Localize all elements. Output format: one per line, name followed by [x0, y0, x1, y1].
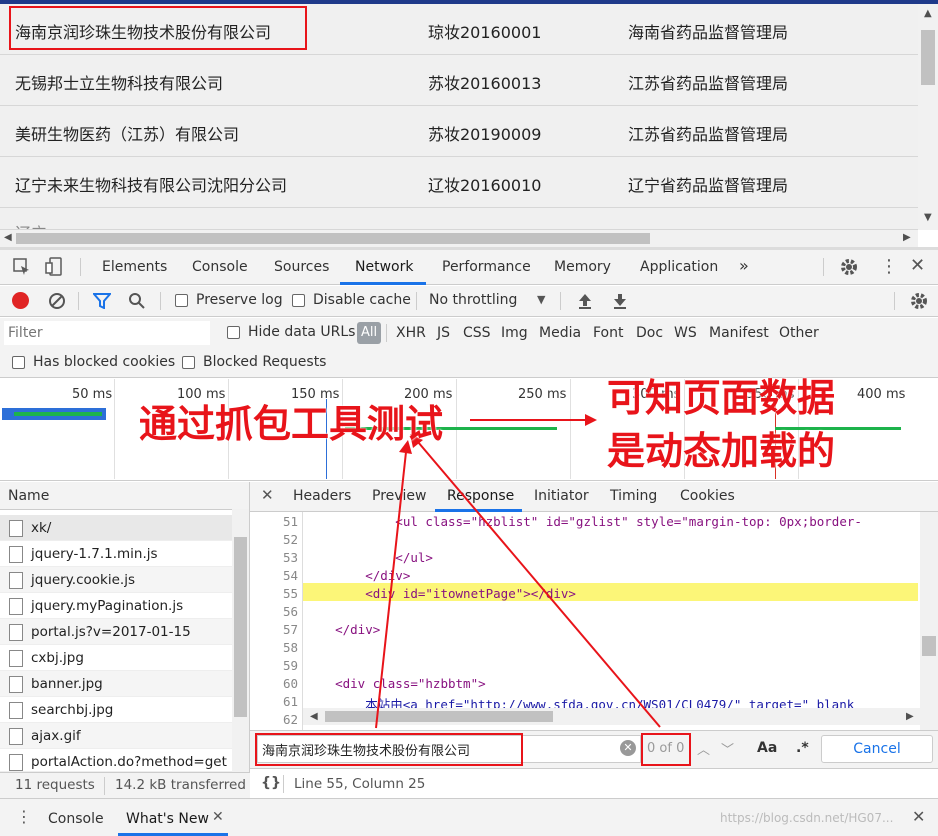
annotation-left-text: 通过抓包工具测试 — [139, 402, 444, 446]
annotation-right-line1: 可知页面数据 — [607, 376, 836, 420]
annotation-right-line2: 是动态加载的 — [607, 429, 836, 473]
